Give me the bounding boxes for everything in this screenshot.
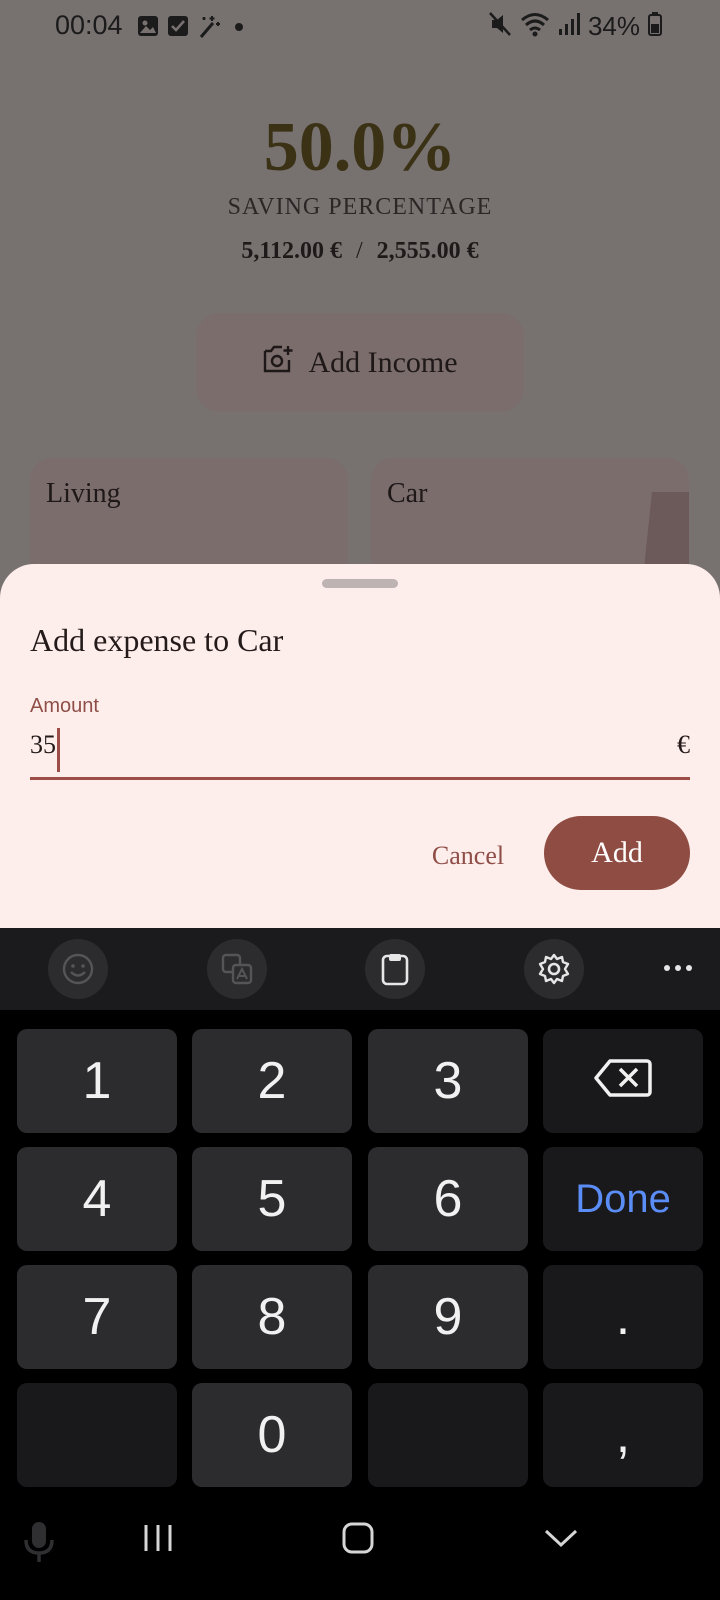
- savings-total: 2,555.00 €: [376, 238, 479, 264]
- settings-icon[interactable]: [524, 939, 584, 999]
- saving-percentage-value: 50.0%: [263, 109, 457, 186]
- add-expense-sheet: Add expense to Car Amount 35 € Cancel Ad…: [0, 564, 720, 928]
- done-key[interactable]: Done: [543, 1147, 703, 1251]
- dot-icon: [231, 15, 247, 42]
- drag-handle[interactable]: [322, 579, 398, 588]
- emoji-icon[interactable]: [48, 939, 108, 999]
- category-title: Car: [387, 478, 428, 509]
- checkbox-icon: [167, 15, 189, 42]
- key-1[interactable]: 1: [17, 1029, 177, 1133]
- hide-keyboard-icon[interactable]: [542, 1520, 580, 1556]
- clipboard-icon[interactable]: [365, 939, 425, 999]
- key-9[interactable]: 9: [368, 1265, 528, 1369]
- add-button[interactable]: Add: [544, 816, 690, 890]
- numeric-keyboard: 1 2 3 4 5 6 Done 7 8 9 . 0 ,: [0, 1010, 720, 1490]
- key-4[interactable]: 4: [17, 1147, 177, 1251]
- category-title: Living: [46, 478, 121, 509]
- key-7[interactable]: 7: [17, 1265, 177, 1369]
- battery-text: 34%: [587, 11, 640, 41]
- key-0[interactable]: 0: [192, 1383, 352, 1487]
- status-time: 00:04: [55, 10, 123, 40]
- status-bar: 00:04 34%: [0, 0, 720, 52]
- magic-wand-icon: [197, 13, 223, 44]
- wifi-icon: [520, 11, 550, 42]
- image-icon: [137, 15, 159, 42]
- keyboard-toolbar: [0, 928, 720, 1010]
- backspace-icon: [594, 1051, 652, 1111]
- translate-icon[interactable]: [207, 939, 267, 999]
- more-icon[interactable]: [656, 950, 700, 986]
- text-cursor: [57, 728, 60, 772]
- key-2[interactable]: 2: [192, 1029, 352, 1133]
- amount-input[interactable]: 35 €: [30, 724, 690, 780]
- recents-icon[interactable]: [140, 1520, 176, 1556]
- done-label: Done: [575, 1176, 671, 1221]
- key-6[interactable]: 6: [368, 1147, 528, 1251]
- totals-separator: /: [356, 238, 363, 264]
- blank-key-right: [368, 1383, 528, 1487]
- home-icon[interactable]: [340, 1520, 376, 1556]
- blank-key-left: [17, 1383, 177, 1487]
- cancel-button[interactable]: Cancel: [418, 836, 518, 876]
- signal-icon: [558, 11, 580, 42]
- key-8[interactable]: 8: [192, 1265, 352, 1369]
- comma-key[interactable]: ,: [543, 1383, 703, 1487]
- add-income-label: Add Income: [308, 345, 458, 379]
- income-total: 5,112.00 €: [241, 238, 342, 264]
- saving-percentage-label: SAVING PERCENTAGE: [227, 194, 493, 220]
- microphone-icon[interactable]: [22, 1520, 56, 1564]
- currency-suffix: €: [677, 730, 690, 759]
- add-photo-icon: [262, 344, 294, 382]
- navigation-bar: [0, 1490, 720, 1600]
- mute-icon: [488, 11, 512, 42]
- key-5[interactable]: 5: [192, 1147, 352, 1251]
- amount-value: 35: [30, 730, 56, 759]
- backspace-key[interactable]: [543, 1029, 703, 1133]
- totals-row: 5,112.00 € / 2,555.00 €: [0, 238, 720, 265]
- battery-icon: [648, 11, 662, 42]
- key-3[interactable]: 3: [368, 1029, 528, 1133]
- sheet-title: Add expense to Car: [30, 622, 284, 658]
- period-key[interactable]: .: [543, 1265, 703, 1369]
- add-income-button[interactable]: Add Income: [196, 313, 524, 412]
- amount-label: Amount: [30, 695, 99, 717]
